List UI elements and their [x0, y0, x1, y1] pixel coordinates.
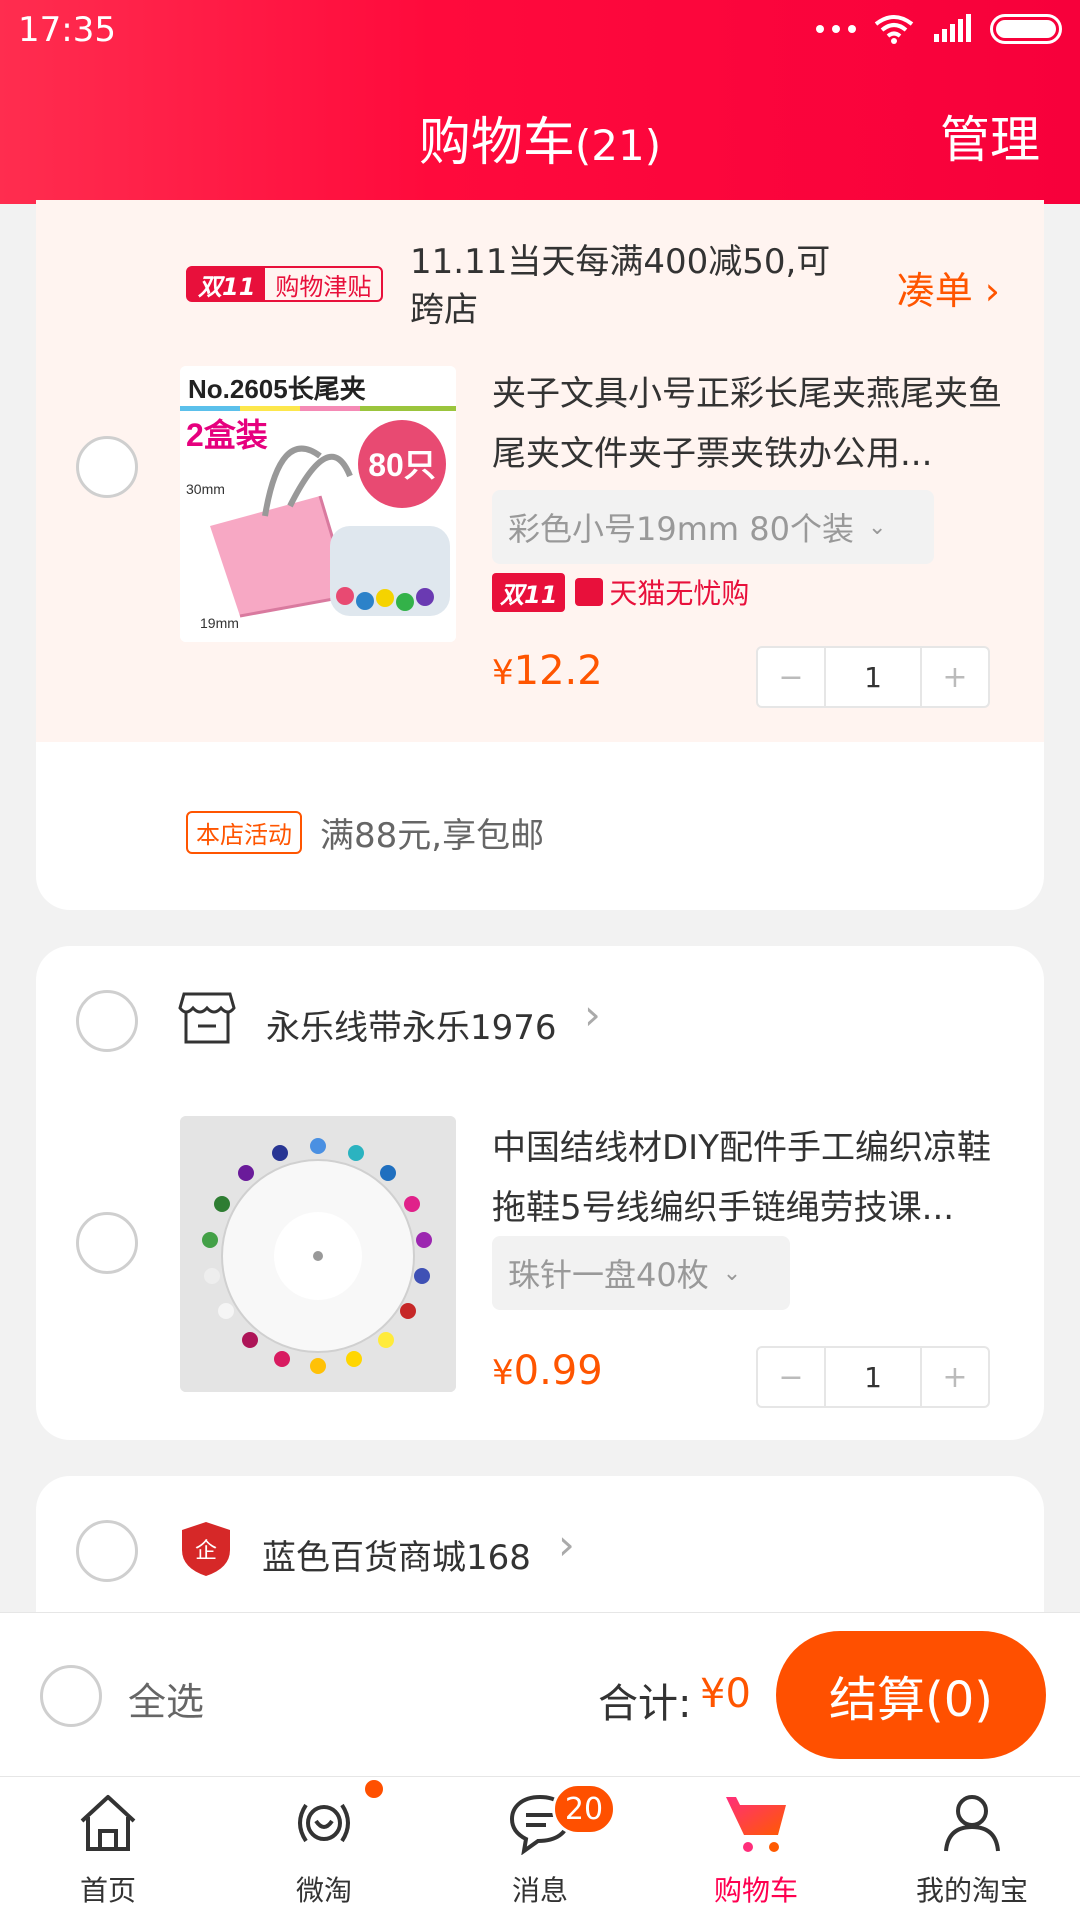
- notification-dot: [362, 1777, 386, 1801]
- product-price: ¥0.99: [492, 1348, 603, 1394]
- signal-icon: [934, 14, 971, 42]
- bottom-tab-bar: 首页 微淘 20 消息 购物车 我的淘宝: [0, 1776, 1080, 1920]
- quantity-value[interactable]: 1: [824, 648, 922, 706]
- decrease-button[interactable]: −: [758, 1348, 824, 1406]
- item-select-radio[interactable]: [76, 1212, 138, 1274]
- checkout-bar: 全选 合计: ¥0 结算(0): [0, 1612, 1080, 1778]
- select-all-label[interactable]: 全选: [128, 1671, 204, 1726]
- weitao-icon: [298, 1803, 350, 1843]
- chevron-down-icon: ⌄: [867, 514, 887, 540]
- thumb-dimension-label: 30mm: [186, 481, 225, 497]
- shop-card: 双11 购物津贴 11.11当天每满400减50,可跨店 凑单 › No.2605…: [36, 200, 1044, 910]
- shopping-allowance-tag: 双11 购物津贴: [186, 266, 384, 302]
- quantity-stepper[interactable]: − 1 +: [756, 1346, 990, 1408]
- status-bar: 17:35: [0, 0, 1080, 64]
- tab-messages[interactable]: 20 消息: [432, 1777, 648, 1920]
- thumb-dimension-label: 19mm: [200, 615, 239, 631]
- store-icon: [178, 992, 236, 1044]
- product-thumbnail[interactable]: [180, 1116, 456, 1392]
- cart-icon: [726, 1797, 786, 1852]
- status-icons: [816, 14, 1062, 44]
- tab-weitao[interactable]: 微淘: [216, 1777, 432, 1920]
- battery-icon: [990, 14, 1062, 44]
- increase-button[interactable]: +: [922, 648, 988, 706]
- select-all-radio[interactable]: [40, 1665, 102, 1727]
- thumb-text: No.2605长尾夹: [188, 374, 366, 404]
- checkout-button[interactable]: 结算(0): [776, 1631, 1046, 1759]
- promo-text: 11.11当天每满400减50,可跨店: [410, 242, 831, 330]
- shop-header[interactable]: 永乐线带永乐1976 ›: [36, 946, 1044, 1096]
- chevron-down-icon: ⌄: [722, 1260, 742, 1286]
- product-title[interactable]: 中国结线材DIY配件手工编织凉鞋拖鞋5号线编织手链绳劳技课...: [492, 1118, 1012, 1238]
- product-title[interactable]: 夹子文具小号正彩长尾夹燕尾夹鱼尾夹文件夹子票夹铁办公用...: [492, 364, 1012, 484]
- activity-text: 满88元,享包邮: [320, 816, 545, 856]
- product-thumbnail[interactable]: No.2605长尾夹 2盒装 80只 30mm 19mm: [180, 366, 456, 642]
- activity-tag: 本店活动: [186, 811, 302, 854]
- sku-selector[interactable]: 彩色小号19mm 80个装 ⌄: [492, 490, 934, 564]
- more-dots-icon: [816, 25, 856, 33]
- svg-text:企: 企: [195, 1539, 217, 1564]
- quantity-value[interactable]: 1: [824, 1348, 922, 1406]
- tab-my-taobao[interactable]: 我的淘宝: [864, 1777, 1080, 1920]
- shop-name[interactable]: 永乐线带永乐1976: [266, 1000, 557, 1049]
- home-icon: [80, 1795, 136, 1851]
- tmall-icon: [575, 578, 604, 606]
- total-label: 合计:: [598, 1681, 692, 1727]
- enterprise-shield-icon: 企: [182, 1522, 230, 1576]
- quantity-stepper[interactable]: − 1 +: [756, 646, 990, 708]
- item-select-radio[interactable]: [76, 436, 138, 498]
- page-title: 购物车(21): [418, 113, 662, 173]
- product-price: ¥12.2: [492, 648, 603, 694]
- tab-cart[interactable]: 购物车: [648, 1777, 864, 1920]
- shop-activity: 本店活动 满88元,享包邮: [186, 808, 544, 857]
- double11-badge: 双11: [492, 572, 566, 612]
- chevron-right-icon: ›: [584, 990, 601, 1039]
- manage-button[interactable]: 管理: [940, 100, 1040, 172]
- sku-selector[interactable]: 珠针一盘40枚 ⌄: [492, 1236, 790, 1310]
- message-count-badge: 20: [552, 1783, 616, 1835]
- thumb-text: 2盒装: [186, 417, 268, 453]
- shop-select-radio[interactable]: [76, 990, 138, 1052]
- product-badges: 双11 天猫无忧购: [492, 572, 749, 612]
- thumb-text: 80只: [368, 447, 436, 483]
- header-bar: 17:35 购物车(21) 管理: [0, 0, 1080, 204]
- shop-name[interactable]: 蓝色百货商城168: [262, 1530, 531, 1579]
- total-value: ¥0: [700, 1671, 751, 1717]
- profile-icon: [944, 1795, 1000, 1852]
- decrease-button[interactable]: −: [758, 648, 824, 706]
- promo-item-block: 双11 购物津贴 11.11当天每满400减50,可跨店 凑单 › No.2605…: [36, 200, 1044, 742]
- tab-home[interactable]: 首页: [0, 1777, 216, 1920]
- shop-card: 永乐线带永乐1976 › 中国结线材DIY配件手工编织凉鞋拖鞋5号线编织手链绳劳…: [36, 946, 1044, 1440]
- shop-select-radio[interactable]: [76, 1520, 138, 1582]
- tmall-guarantee-badge: 天猫无忧购: [575, 572, 749, 612]
- add-on-link[interactable]: 凑单 ›: [897, 260, 1000, 315]
- chevron-right-icon: ›: [558, 1520, 575, 1569]
- wifi-icon: [874, 15, 914, 44]
- increase-button[interactable]: +: [922, 1348, 988, 1406]
- status-time: 17:35: [18, 10, 116, 50]
- shop-header[interactable]: 企 蓝色百货商城168 ›: [36, 1476, 1044, 1626]
